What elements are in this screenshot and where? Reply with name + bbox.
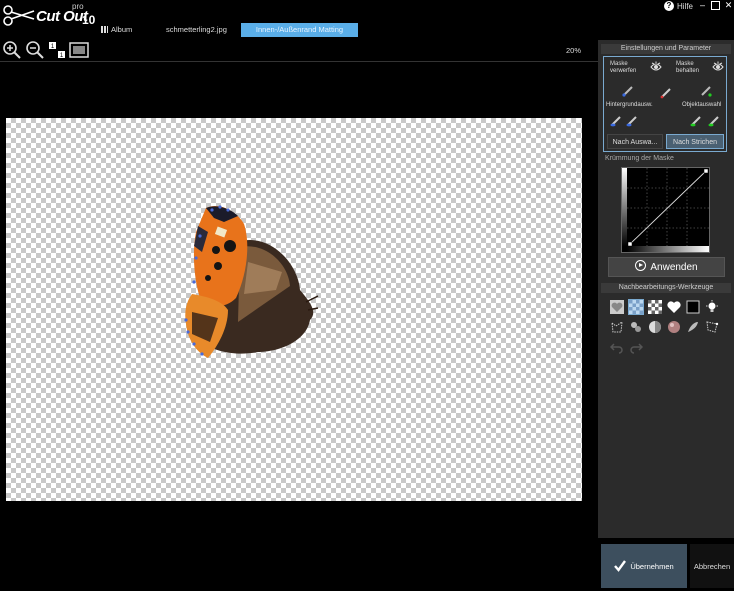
sphere-tool-icon[interactable]	[648, 320, 662, 334]
butterfly-image	[184, 205, 319, 358]
checkmark-icon	[614, 560, 627, 572]
help-icon: ?	[664, 1, 674, 11]
eye-visible-icon[interactable]	[712, 61, 724, 73]
tab-matting[interactable]: Innen-/Außenrand Matting	[241, 23, 358, 37]
image-canvas[interactable]	[6, 118, 582, 501]
grid-icon	[101, 26, 108, 33]
bulb-tool-icon[interactable]	[705, 300, 719, 314]
mask-curve-graph	[622, 168, 709, 252]
postprocessing-tools-row-2	[610, 320, 719, 334]
background-brush-small-icon[interactable]	[610, 115, 622, 127]
help-button[interactable]: ? Hilfe	[664, 1, 693, 11]
feather-tool-icon[interactable]	[686, 320, 700, 334]
apply-button[interactable]: Anwenden	[608, 257, 725, 277]
object-brush-large-icon[interactable]	[708, 115, 720, 127]
apply-label: Anwenden	[650, 262, 698, 273]
brush-object-icon[interactable]	[700, 85, 712, 97]
settings-header: Einstellungen und Parameter	[601, 44, 731, 54]
history-row	[610, 340, 643, 354]
cancel-button[interactable]: Abbrechen	[690, 544, 734, 588]
minimize-icon[interactable]: –	[698, 1, 707, 10]
logo-version: 10	[82, 13, 96, 27]
mask-discard-label: Maske verwerfen	[610, 61, 637, 74]
tab-album-label: Album	[111, 25, 133, 34]
background-brush-large-icon[interactable]	[626, 115, 638, 127]
checker-tool-icon[interactable]	[648, 300, 662, 314]
zoom-out-icon[interactable]	[25, 40, 45, 60]
heart-outline-tool-icon[interactable]	[610, 300, 624, 314]
accept-button[interactable]: Übernehmen	[601, 544, 687, 588]
black-fill-tool-icon[interactable]	[686, 300, 700, 314]
help-label: Hilfe	[677, 1, 694, 11]
object-select-label: Objektauswahl	[682, 102, 722, 108]
by-strokes-button[interactable]: Nach Strichen	[666, 134, 724, 149]
logo-pro: pro	[72, 2, 84, 11]
eye-hidden-icon[interactable]	[650, 61, 662, 73]
tab-file[interactable]: schmetterling2.jpg	[166, 23, 227, 37]
heart-tool-icon[interactable]	[667, 300, 681, 314]
pencil-icon[interactable]	[660, 87, 672, 99]
tab-album[interactable]: Album	[101, 23, 132, 37]
play-icon	[635, 260, 647, 271]
transform-tool-icon[interactable]	[705, 320, 719, 334]
maximize-icon[interactable]	[711, 1, 720, 10]
zoom-in-icon[interactable]	[2, 40, 22, 60]
postprocessing-header: Nachbearbeitungs-Werkzeuge	[601, 283, 731, 293]
undo-icon[interactable]	[610, 340, 624, 354]
accept-label: Übernehmen	[630, 561, 674, 571]
title-bar: Cut Out pro 10 Album schmetterling2.jpg …	[0, 0, 734, 40]
brush-background-icon[interactable]	[622, 85, 634, 97]
by-selection-button[interactable]: Nach Auswa...	[607, 134, 663, 149]
zoom-level: 20%	[566, 46, 582, 55]
scissors-icon	[3, 5, 35, 26]
mask-curve-label: Krümmung der Maske	[605, 155, 674, 162]
mask-shape-tool-icon[interactable]	[610, 320, 624, 334]
mask-keep-label: Maske behalten	[676, 61, 700, 74]
postprocessing-tools-row-1	[610, 299, 719, 315]
actual-size-icon[interactable]: 1 1	[47, 40, 67, 60]
redo-icon[interactable]	[629, 340, 643, 354]
background-select-label: Hintergrundausw.	[606, 102, 653, 108]
mask-curve-editor[interactable]	[621, 167, 710, 253]
object-brush-small-icon[interactable]	[690, 115, 702, 127]
settings-panel: Einstellungen und Parameter Maske verwer…	[598, 40, 734, 538]
checker-select-tool-icon[interactable]	[628, 299, 644, 315]
close-icon[interactable]: ✕	[724, 1, 733, 10]
color-ball-tool-icon[interactable]	[667, 320, 681, 334]
fit-to-window-icon[interactable]	[69, 40, 89, 60]
app-logo: Cut Out pro 10	[2, 2, 98, 30]
blob-tool-icon[interactable]	[629, 320, 643, 334]
view-toolbar: 1 1 20%	[0, 40, 598, 62]
